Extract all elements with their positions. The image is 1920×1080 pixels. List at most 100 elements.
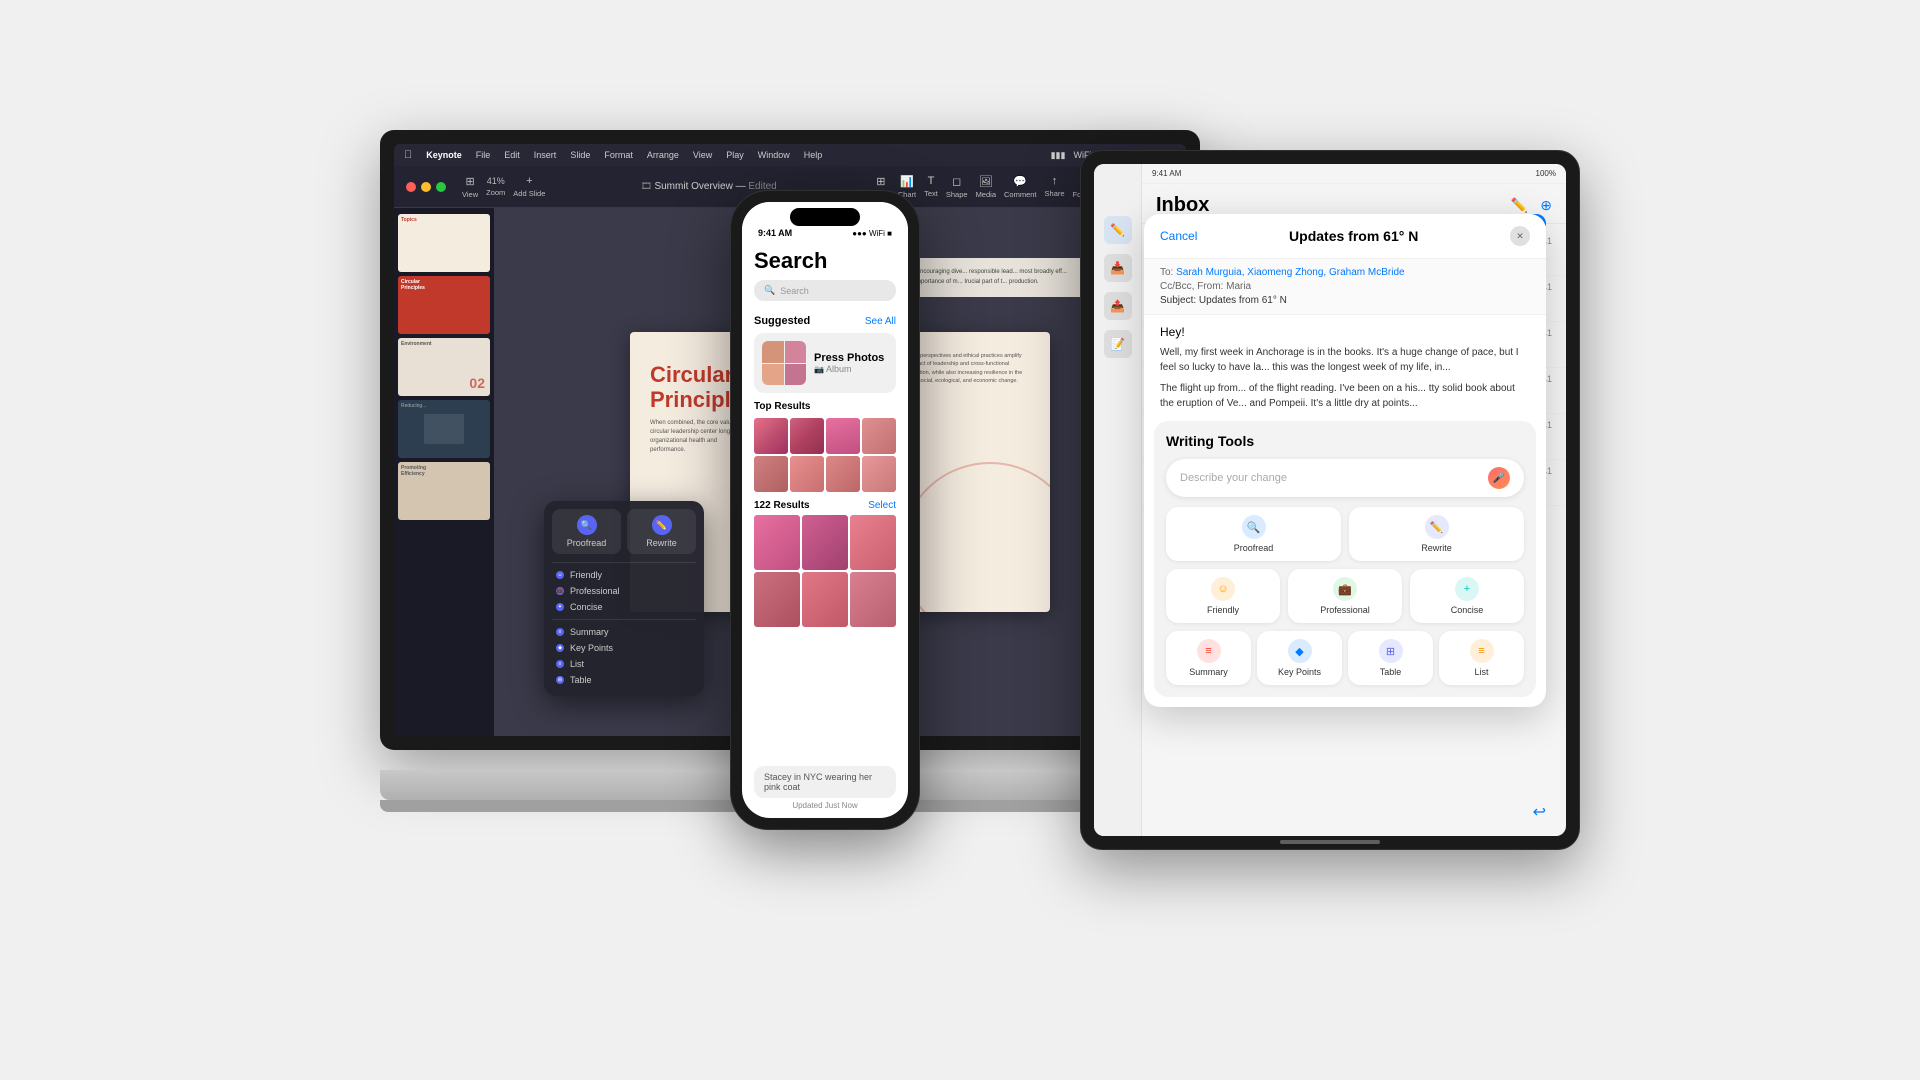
friendly-tool-icon: ☺ [1211,577,1235,601]
wt-professional-btn[interactable]: 💼 Professional [1288,569,1402,623]
ipad-more-icon[interactable]: ⊕ [1540,197,1552,214]
wt-summary-label: Summary [570,627,609,637]
fullscreen-window-button[interactable] [436,182,446,192]
wt-rewrite-label: Rewrite [646,538,677,548]
wt-modal-cancel-button[interactable]: Cancel [1160,229,1197,243]
rewrite-icon-mac: ✏️ [652,515,672,535]
ipad-undo-button[interactable]: ↩ [1533,802,1546,822]
iphone-search-bar[interactable]: 🔍 Search [754,280,896,301]
ipad-time: 9:41 AM [1152,169,1181,178]
photo-large-4[interactable] [754,572,800,627]
wt-rewrite-btn-mac[interactable]: ✏️ Rewrite [627,509,696,554]
keynote-media-btn[interactable]: 🖼Media [976,175,996,199]
keynote-menu-format[interactable]: Format [604,150,633,160]
photo-item-7[interactable] [826,456,860,492]
photo-item-2[interactable] [790,418,824,454]
keynote-text-btn[interactable]: TText [924,175,938,198]
keypoints-tool-icon: ◆ [1288,639,1312,663]
ipad-compose-icon[interactable]: ✏️ [1511,197,1528,214]
slide-thumb-2[interactable]: CircularPrinciples [398,276,490,334]
photo-item-5[interactable] [754,456,788,492]
wt-summary-item[interactable]: ≡ Summary [552,624,696,640]
concise-dot-icon: ✦ [556,603,564,611]
slide-circle-decoration [900,462,1050,612]
keynote-share-btn[interactable]: ↑Share [1045,175,1065,198]
close-window-button[interactable] [406,182,416,192]
iphone-album-info: Press Photos 📷 Album [814,352,884,374]
ipad-status-bar: 9:41 AM 100% [1142,164,1566,184]
wt-table-item[interactable]: ⊞ Table [552,672,696,688]
iphone-suggestion-title: Suggested [754,315,810,327]
iphone: 9:41 AM ●●● WiFi ■ Search 🔍 Search Sugge… [730,190,920,830]
photo-item-3[interactable] [826,418,860,454]
photo-large-5[interactable] [802,572,848,627]
keynote-menu-edit[interactable]: Edit [504,150,520,160]
photo-large-6[interactable] [850,572,896,627]
photo-item-1[interactable] [754,418,788,454]
iphone-search-header: Search 🔍 Search [742,242,908,307]
keynote-menu-file[interactable]: File [476,150,491,160]
wt-proofread-btn[interactable]: 🔍 Proofread [1166,507,1341,561]
slide-thumb-1[interactable]: Topics [398,214,490,272]
ipad-sidebar-sent-icon[interactable]: 📤 [1104,292,1132,320]
wt-table-label: Table [570,675,592,685]
concise-tool-icon: + [1455,577,1479,601]
keypoints-dot-icon: ◆ [556,644,564,652]
wt-table-btn[interactable]: ⊞ Table [1348,631,1433,685]
iphone-album-card[interactable]: Press Photos 📷 Album [754,333,896,393]
scene:  Keynote File Edit Insert Slide Format … [460,130,1460,950]
photo-item-6[interactable] [790,456,824,492]
ipad-sidebar-inbox-icon[interactable]: 📥 [1104,254,1132,282]
keynote-menu-view[interactable]: View [693,150,712,160]
wt-friendly-item[interactable]: ☺ Friendly [552,567,696,583]
wt-keypoints-btn[interactable]: ◆ Key Points [1257,631,1342,685]
keynote-comment-btn[interactable]: 💬Comment [1004,175,1037,199]
iphone-search-input[interactable]: Search [780,286,809,296]
photo-large-2[interactable] [802,515,848,570]
keynote-menu-help[interactable]: Help [804,150,823,160]
keynote-menu-insert[interactable]: Insert [534,150,557,160]
table-dot-icon: ⊞ [556,676,564,684]
wt-professional-item[interactable]: 💼 Professional [552,583,696,599]
keynote-shape-btn[interactable]: ◻Shape [946,175,968,199]
album-photo-2 [785,341,807,363]
iphone-see-all-button[interactable]: See All [865,316,896,327]
ipad-sidebar-drafts-icon[interactable]: 📝 [1104,330,1132,358]
slide-thumb-5[interactable]: PromotingEfficiency [398,462,490,520]
ipad-battery: 100% [1536,169,1556,178]
slide-panel: Topics CircularPrinciples Environment 02… [394,208,494,736]
keynote-zoom-btn[interactable]: 41%Zoom [486,176,505,197]
wt-divider [552,562,696,563]
wt-summary-btn[interactable]: ≡ Summary [1166,631,1251,685]
photo-item-8[interactable] [862,456,896,492]
iphone-updated-status: Updated Just Now [754,801,896,810]
photo-large-3[interactable] [850,515,896,570]
keynote-menu-arrange[interactable]: Arrange [647,150,679,160]
wt-concise-btn[interactable]: + Concise [1410,569,1524,623]
wt-friendly-btn[interactable]: ☺ Friendly [1166,569,1280,623]
keynote-addslide-btn[interactable]: +Add Slide [513,175,545,198]
wt-proofread-btn-mac[interactable]: 🔍 Proofread [552,509,621,554]
wt-concise-item[interactable]: ✦ Concise [552,599,696,615]
iphone-bottom-search[interactable]: Stacey in NYC wearing her pink coat [754,766,896,798]
keynote-menu-window[interactable]: Window [758,150,790,160]
keynote-view-btn[interactable]: ⊞View [462,175,478,199]
wt-modal-to-field: To: Sarah Murguia, Xiaomeng Zhong, Graha… [1160,267,1530,278]
wt-keypoints-item[interactable]: ◆ Key Points [552,640,696,656]
slide-thumb-3[interactable]: Environment 02 [398,338,490,396]
photo-large-1[interactable] [754,515,800,570]
iphone-select-button[interactable]: Select [868,500,896,511]
wt-describe-input[interactable]: Describe your change 🎤 [1166,459,1524,497]
keynote-menu-slide[interactable]: Slide [570,150,590,160]
minimize-window-button[interactable] [421,182,431,192]
wt-list-item[interactable]: ≡ List [552,656,696,672]
keynote-menu-play[interactable]: Play [726,150,744,160]
wt-rewrite-btn[interactable]: ✏️ Rewrite [1349,507,1524,561]
iphone-search-title: Search [754,248,896,274]
wt-modal-close-button[interactable]: ✕ [1510,226,1530,246]
wt-list-btn[interactable]: ≡ List [1439,631,1524,685]
photo-item-4[interactable] [862,418,896,454]
slide-thumb-4[interactable]: Reducing... [398,400,490,458]
ipad-sidebar-compose-icon[interactable]: ✏️ [1104,216,1132,244]
wt-mic-button[interactable]: 🎤 [1488,467,1510,489]
